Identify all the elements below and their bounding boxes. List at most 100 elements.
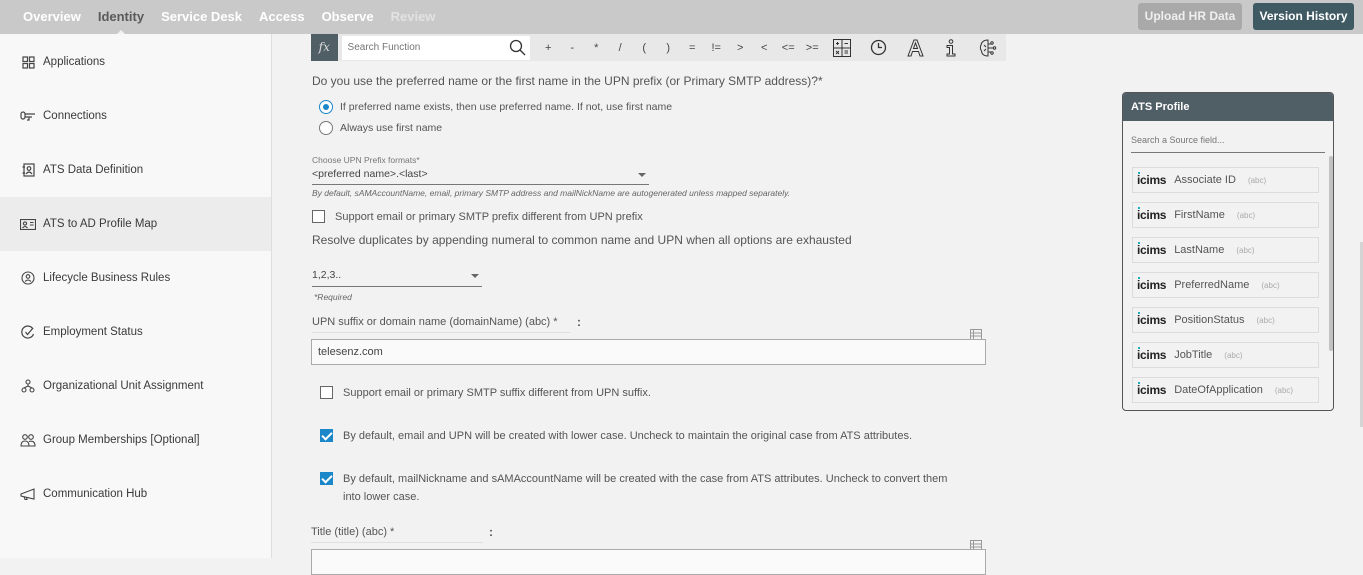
ats-field-type: (abc) (1236, 245, 1255, 255)
ats-search (1131, 130, 1325, 153)
operator-greater-equal[interactable]: >= (800, 42, 824, 54)
checkbox-label: Support email or primary SMTP prefix dif… (335, 211, 643, 223)
top-nav: Overview Identity Service Desk Access Ob… (23, 0, 452, 35)
sidebar-item-ats-data-definition[interactable]: ATS Data Definition (0, 143, 271, 197)
version-history-button[interactable]: Version History (1253, 3, 1354, 30)
ats-field-item[interactable]: icims PositionStatus (abc) (1132, 307, 1319, 333)
operator-not-equals[interactable]: != (704, 42, 728, 54)
sidebar-item-label: Organizational Unit Assignment (43, 380, 204, 392)
support-suffix-checkbox[interactable] (320, 386, 333, 399)
nav-overview[interactable]: Overview (23, 0, 81, 34)
radio-label: Always use first name (340, 122, 443, 134)
operator-greater[interactable]: > (728, 42, 752, 54)
upn-suffix-input[interactable]: telesenz.com (311, 339, 986, 365)
fx-icon[interactable]: fx (311, 34, 338, 61)
lowercase-checkbox-row[interactable]: By default, email and UPN will be create… (320, 427, 912, 445)
ats-field-name: JobTitle (1174, 349, 1213, 361)
ats-field-item[interactable]: icims PreferredName (abc) (1132, 272, 1319, 298)
grid-icon (20, 54, 36, 70)
sidebar-item-applications[interactable]: Applications (0, 35, 271, 89)
operator-divide[interactable]: / (608, 42, 632, 54)
sidebar: Applications Connections ATS Data Defini… (0, 34, 272, 558)
support-prefix-checkbox-row[interactable]: Support email or primary SMTP prefix dif… (312, 208, 643, 226)
sidebar-item-label: Group Memberships [Optional] (43, 434, 200, 446)
text-format-icon[interactable] (897, 39, 933, 57)
ats-field-item[interactable]: icims FirstName (abc) (1132, 202, 1319, 228)
ats-search-input[interactable] (1131, 135, 1311, 145)
operator-equals[interactable]: = (680, 42, 704, 54)
ats-field-item[interactable]: icims JobTitle (abc) (1132, 342, 1319, 368)
calculator-icon[interactable] (824, 38, 860, 57)
sidebar-item-lifecycle-business-rules[interactable]: Lifecycle Business Rules (0, 251, 271, 305)
operator-open-paren[interactable]: ( (632, 42, 656, 54)
icims-logo-icon: icims (1137, 242, 1167, 257)
operator-less-equal[interactable]: <= (776, 42, 800, 54)
ats-panel-scrollbar[interactable] (1329, 156, 1333, 351)
ats-field-name: DateOfApplication (1174, 384, 1263, 396)
required-note: *Required (314, 292, 352, 302)
sidebar-item-connections[interactable]: Connections (0, 89, 271, 143)
check-circle-icon (20, 324, 36, 340)
sidebar-item-organizational-unit-assignment[interactable]: Organizational Unit Assignment (0, 359, 271, 413)
ats-field-item[interactable]: icims Associate ID (abc) (1132, 167, 1319, 193)
operator-plus[interactable]: + (536, 42, 560, 54)
case-checkbox[interactable] (320, 472, 333, 485)
function-toolbar: fx + - * / ( ) = != > < <= >= (311, 34, 1006, 61)
operator-close-paren[interactable]: ) (656, 42, 680, 54)
upn-prefix-caption: Choose UPN Prefix formats* (312, 155, 420, 165)
sidebar-item-label: Lifecycle Business Rules (43, 272, 171, 284)
checkbox-label: By default, mailNickname and sAMAccountN… (343, 473, 948, 503)
sidebar-item-communication-hub[interactable]: Communication Hub (0, 467, 271, 521)
operator-minus[interactable]: - (560, 42, 584, 54)
operator-multiply[interactable]: * (584, 42, 608, 54)
nav-access[interactable]: Access (259, 0, 305, 34)
chevron-down-icon (638, 173, 646, 177)
title-label: Title (title) (abc) * (311, 526, 483, 543)
radio-button[interactable] (319, 121, 333, 135)
ats-field-type: (abc) (1274, 385, 1294, 395)
support-prefix-checkbox[interactable] (312, 210, 325, 223)
icims-logo-icon: icims (1137, 277, 1167, 292)
title-input[interactable] (311, 549, 986, 575)
contact-book-icon (20, 162, 36, 178)
ats-field-type: (abc) (1224, 350, 1243, 360)
nav-service-desk[interactable]: Service Desk (161, 0, 242, 34)
clock-icon[interactable] (861, 39, 897, 56)
nav-review: Review (390, 9, 436, 24)
ats-field-name: FirstName (1174, 209, 1225, 221)
sidebar-item-group-memberships[interactable]: Group Memberships [Optional] (0, 413, 271, 467)
ats-field-item[interactable]: icims LastName (abc) (1132, 237, 1319, 263)
sidebar-item-label: Employment Status (43, 326, 143, 338)
resolve-duplicates-select[interactable]: 1,2,3.. (312, 269, 482, 287)
operator-less[interactable]: < (752, 42, 776, 54)
operator-list: + - * / ( ) = != > < <= >= (536, 42, 824, 54)
sidebar-item-employment-status[interactable]: Employment Status (0, 305, 271, 359)
ats-field-type: (abc) (1236, 210, 1256, 220)
radio-first-name[interactable]: Always use first name (319, 121, 442, 135)
radio-preferred-name[interactable]: If preferred name exists, then use prefe… (319, 100, 672, 114)
radio-button-selected[interactable] (319, 100, 333, 114)
ats-field-item[interactable]: icims DateOfApplication (abc) (1132, 377, 1319, 403)
function-search-input[interactable] (341, 42, 502, 53)
sidebar-item-label: ATS to AD Profile Map (43, 218, 158, 230)
sidebar-item-label: ATS Data Definition (43, 164, 144, 176)
sidebar-item-ats-to-ad-profile-map[interactable]: ATS to AD Profile Map (0, 197, 271, 251)
resolve-duplicates-label: Resolve duplicates by appending numeral … (312, 233, 852, 247)
upload-hr-data-button[interactable]: Upload HR Data (1138, 3, 1242, 30)
support-suffix-checkbox-row[interactable]: Support email or primary SMTP suffix dif… (320, 384, 651, 402)
info-icon[interactable] (933, 38, 969, 57)
ats-field-name: Associate ID (1174, 174, 1236, 186)
org-chart-icon (20, 378, 36, 394)
lowercase-checkbox[interactable] (320, 429, 333, 442)
search-icon[interactable] (509, 39, 526, 61)
ats-field-type: (abc) (1247, 175, 1267, 185)
upn-prefix-select[interactable]: <preferred name>.<last> (312, 168, 649, 185)
chevron-down-icon (471, 274, 479, 278)
icims-logo-icon: icims (1137, 382, 1167, 397)
icims-logo-icon: icims (1137, 347, 1167, 362)
ai-brain-icon[interactable] (970, 38, 1006, 57)
nav-identity[interactable]: Identity (98, 0, 144, 35)
case-checkbox-row[interactable]: By default, mailNickname and sAMAccountN… (320, 470, 960, 506)
nav-observe[interactable]: Observe (322, 0, 374, 34)
field-colon: : (489, 525, 493, 539)
